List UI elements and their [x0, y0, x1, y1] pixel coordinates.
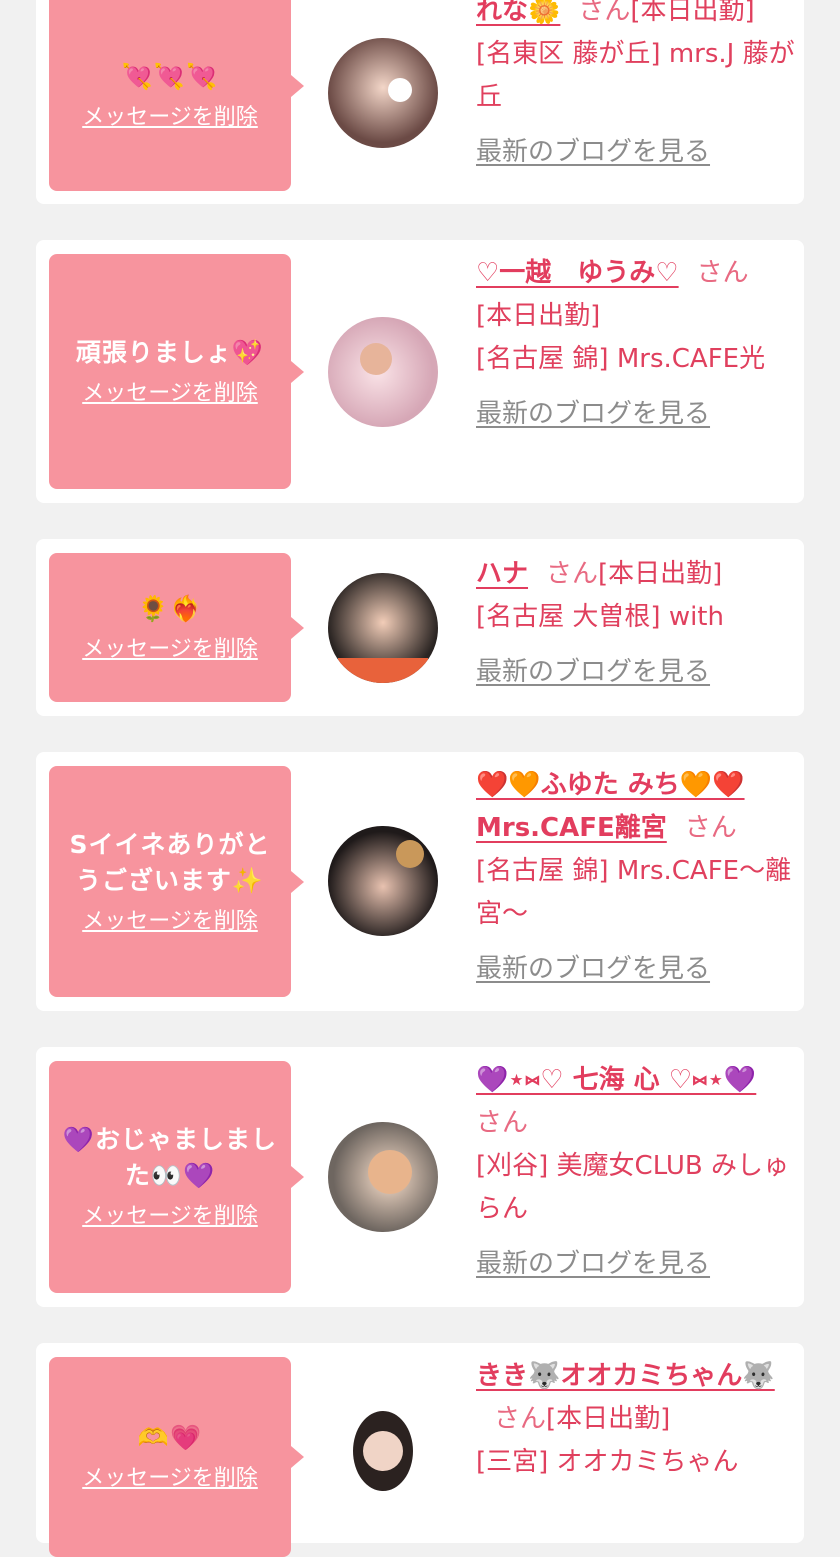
honorific: さん — [476, 1108, 529, 1138]
profile-info: ♡一越 ゆうみ♡ さん [本日出勤] [名古屋 錦] Mrs.CAFE光 最新のブ… — [476, 252, 796, 436]
message-card: 頑張りましょ💖 メッセージを削除 ♡一越 ゆうみ♡ さん [本日出勤] [名古屋 … — [36, 240, 804, 503]
delete-message-link[interactable]: メッセージを削除 — [82, 103, 258, 133]
location-text: [三宮] オオカミちゃん — [476, 1447, 739, 1477]
location-text: [名東区 藤が丘] mrs.J 藤が丘 — [476, 39, 795, 112]
honorific: さん — [696, 258, 749, 288]
message-bubble: 🌻❤️‍🔥 メッセージを削除 — [49, 553, 304, 702]
message-card: 💜おじゃましました👀💜 メッセージを削除 💜⋆⑅♡ 七海 心 ♡⑅⋆💜 さん [… — [36, 1047, 804, 1307]
honorific: さん — [546, 559, 599, 589]
location-text: [名古屋 大曽根] with — [476, 602, 724, 632]
location-text: [名古屋 錦] Mrs.CAFE光 — [476, 344, 766, 374]
delete-message-link[interactable]: メッセージを削除 — [82, 635, 258, 665]
message-text: 🌻❤️‍🔥 — [137, 593, 203, 623]
profile-name-link[interactable]: ♡一越 ゆうみ♡ — [476, 258, 679, 288]
status-text: [本日出勤] — [598, 559, 723, 589]
avatar[interactable] — [328, 317, 438, 427]
delete-message-link[interactable]: メッセージを削除 — [82, 907, 258, 937]
avatar[interactable] — [328, 826, 438, 936]
avatar[interactable] — [328, 38, 438, 148]
status-text: [本日出勤] — [546, 1404, 671, 1434]
honorific: さん — [684, 813, 737, 843]
avatar[interactable] — [328, 1122, 438, 1232]
delete-message-link[interactable]: メッセージを削除 — [82, 1202, 258, 1232]
honorific: さん — [494, 1404, 547, 1434]
profile-name-link[interactable]: れな🌼 — [476, 0, 560, 26]
profile-info: 💜⋆⑅♡ 七海 心 ♡⑅⋆💜 さん [刈谷] 美魔女CLUB みしゅらん 最新の… — [476, 1059, 796, 1286]
message-text: 💜おじゃましました👀💜 — [62, 1125, 278, 1190]
avatar[interactable] — [328, 573, 438, 683]
location-text: [名古屋 錦] Mrs.CAFE〜離宮〜 — [476, 856, 792, 929]
message-card: 💘💘💘 メッセージを削除 れな🌼 さん[本日出勤] [名東区 藤が丘] mrs.J… — [36, 0, 804, 204]
profile-info: きき🐺オオカミちゃん🐺 さん[本日出勤] [三宮] オオカミちゃん — [476, 1355, 796, 1484]
message-text: 🫶💗 — [137, 1423, 203, 1452]
message-text: Sイイネありがとうございます✨ — [69, 829, 271, 895]
message-text: 💘💘💘 — [121, 61, 219, 91]
latest-blog-link[interactable]: 最新のブログを見る — [476, 651, 796, 694]
message-bubble: 💘💘💘 メッセージを削除 — [49, 0, 304, 191]
latest-blog-link[interactable]: 最新のブログを見る — [476, 1243, 796, 1286]
message-bubble: 🫶💗 メッセージを削除 — [49, 1357, 304, 1557]
profile-name-link[interactable]: 💜⋆⑅♡ 七海 心 ♡⑅⋆💜 — [476, 1065, 756, 1095]
profile-name-link[interactable]: きき🐺オオカミちゃん🐺 — [476, 1361, 775, 1391]
message-card: 🫶💗 メッセージを削除 きき🐺オオカミちゃん🐺 さん[本日出勤] [三宮] オオカ… — [36, 1343, 804, 1557]
profile-info: れな🌼 さん[本日出勤] [名東区 藤が丘] mrs.J 藤が丘 最新のブログを見… — [476, 0, 796, 174]
status-text: [本日出勤] — [476, 301, 601, 331]
message-bubble: 頑張りましょ💖 メッセージを削除 — [49, 254, 304, 489]
latest-blog-link[interactable]: 最新のブログを見る — [476, 131, 796, 174]
latest-blog-link[interactable]: 最新のブログを見る — [476, 393, 796, 436]
message-card: Sイイネありがとうございます✨ メッセージを削除 ❤️🧡ふゆた みち🧡❤️Mrs… — [36, 752, 804, 1011]
message-bubble: 💜おじゃましました👀💜 メッセージを削除 — [49, 1061, 304, 1293]
message-bubble: Sイイネありがとうございます✨ メッセージを削除 — [49, 766, 304, 997]
delete-message-link[interactable]: メッセージを削除 — [82, 379, 258, 409]
message-card: 🌻❤️‍🔥 メッセージを削除 ハナ さん[本日出勤] [名古屋 大曽根] with… — [36, 539, 804, 716]
profile-info: ❤️🧡ふゆた みち🧡❤️Mrs.CAFE離宮 さん [名古屋 錦] Mrs.CAF… — [476, 764, 796, 991]
profile-info: ハナ さん[本日出勤] [名古屋 大曽根] with 最新のブログを見る — [476, 553, 796, 694]
latest-blog-link[interactable]: 最新のブログを見る — [476, 948, 796, 991]
avatar[interactable] — [328, 1391, 438, 1501]
status-text: [本日出勤] — [630, 0, 755, 26]
message-text: 頑張りましょ💖 — [75, 337, 265, 367]
delete-message-link[interactable]: メッセージを削除 — [82, 1464, 258, 1494]
location-text: [刈谷] 美魔女CLUB みしゅらん — [476, 1151, 790, 1224]
honorific: さん — [578, 0, 631, 26]
profile-name-link[interactable]: ハナ — [476, 559, 528, 589]
